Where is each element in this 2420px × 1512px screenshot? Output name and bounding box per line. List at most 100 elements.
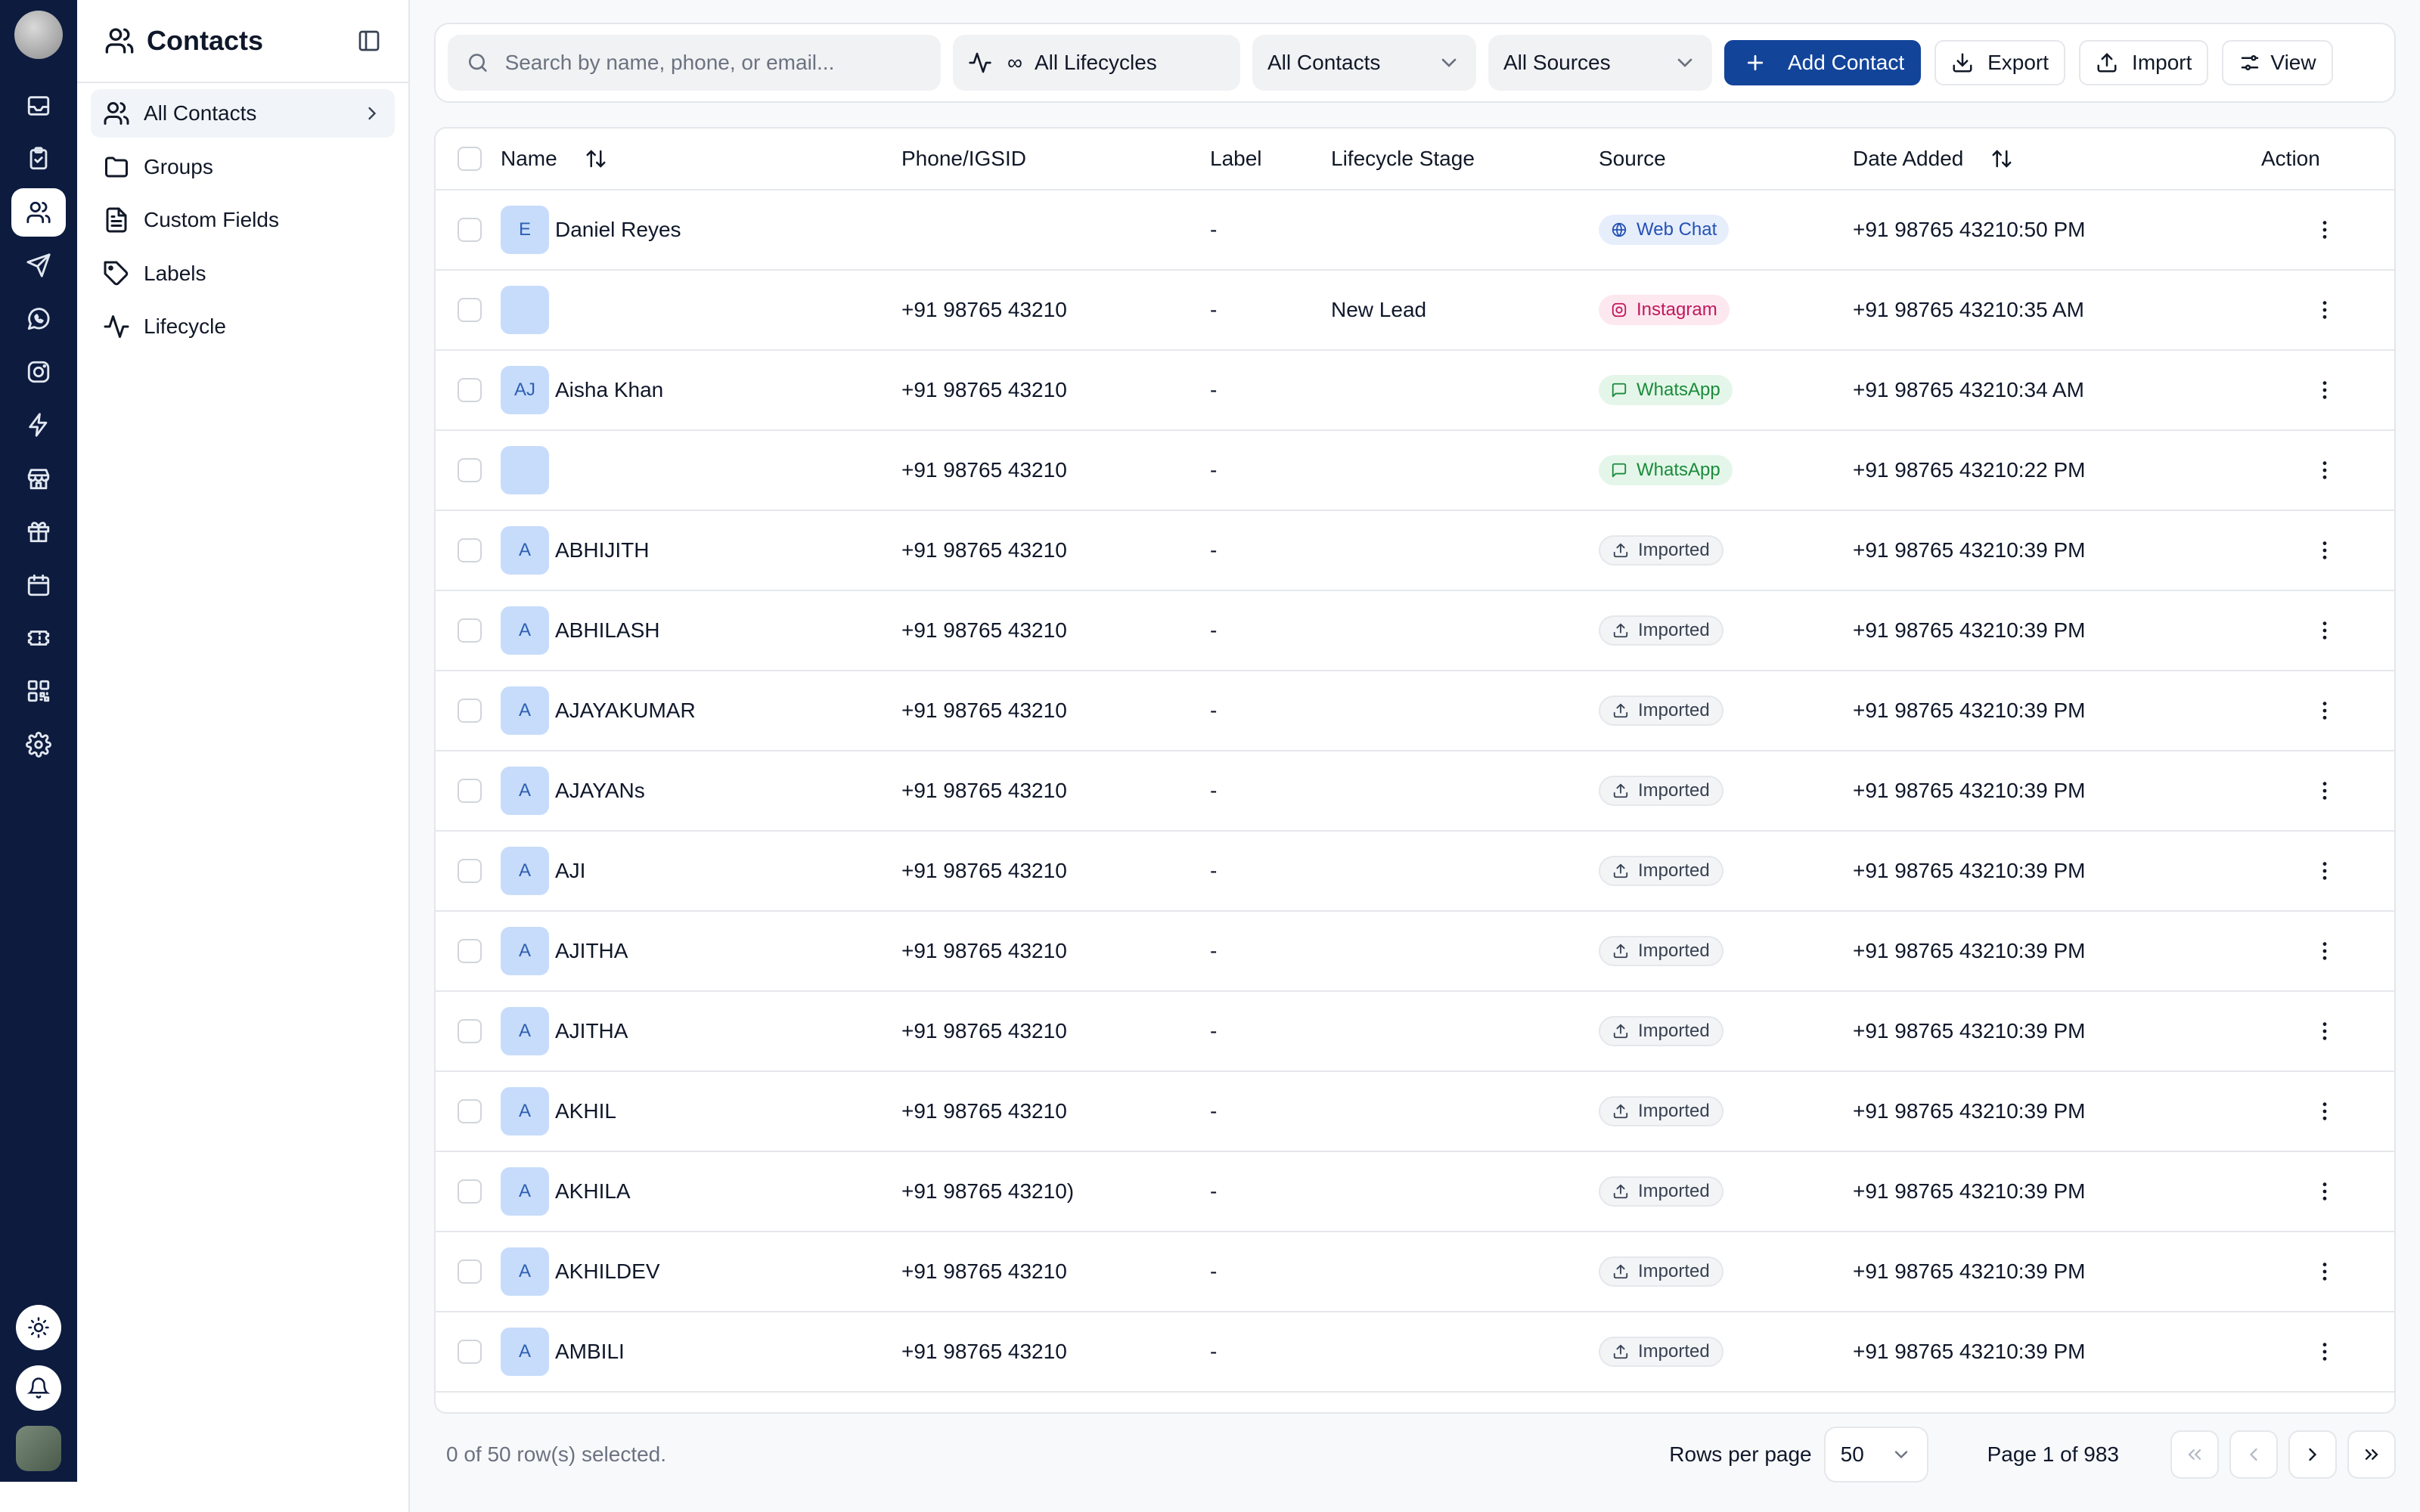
sidebar-item-label: All Contacts (144, 101, 257, 125)
row-checkbox[interactable] (458, 699, 482, 723)
more-vertical-icon[interactable] (2313, 939, 2337, 963)
date-added: +91 98765 43210:39 PM (1853, 939, 2086, 962)
more-vertical-icon[interactable] (2313, 1019, 2337, 1043)
table-row[interactable]: A AJITHA +91 98765 43210 - Imported +91 … (436, 912, 2394, 992)
sidebar-item-all-contacts[interactable]: All Contacts (91, 89, 395, 138)
prev-page-button[interactable] (2229, 1430, 2278, 1479)
more-vertical-icon[interactable] (2313, 458, 2337, 482)
sidebar-item-custom-fields[interactable]: Custom Fields (91, 196, 395, 244)
rail-calendar-button[interactable] (11, 561, 66, 609)
search-box[interactable] (448, 35, 941, 91)
rail-store-button[interactable] (11, 454, 66, 503)
table-row[interactable]: +91 98765 43210 - New Lead Instagram +91… (436, 271, 2394, 351)
sidebar-item-lifecycle[interactable]: Lifecycle (91, 302, 395, 351)
date-header[interactable]: Date Added (1853, 147, 2261, 171)
row-checkbox[interactable] (458, 1099, 482, 1123)
rail-send-button[interactable] (11, 241, 66, 290)
clipboard-icon (29, 147, 48, 170)
import-button[interactable]: Import (2079, 40, 2209, 85)
gift-icon (27, 522, 50, 543)
notifications-bell-icon[interactable] (16, 1365, 61, 1411)
more-vertical-icon[interactable] (2313, 699, 2337, 723)
table-row[interactable]: A AJAYANs +91 98765 43210 - Imported +91… (436, 751, 2394, 832)
panel-toggle-icon[interactable] (357, 29, 381, 53)
source-badge: Imported (1599, 1337, 1723, 1367)
row-checkbox[interactable] (458, 458, 482, 482)
rail-clipboard-button[interactable] (11, 135, 66, 183)
user-avatar[interactable] (16, 1426, 61, 1471)
rail-whatsapp-button[interactable] (11, 295, 66, 343)
more-vertical-icon[interactable] (2313, 378, 2337, 402)
rail-inbox-button[interactable] (11, 82, 66, 130)
row-checkbox[interactable] (458, 1259, 482, 1284)
more-vertical-icon[interactable] (2313, 779, 2337, 803)
more-vertical-icon[interactable] (2313, 1099, 2337, 1123)
row-checkbox[interactable] (458, 859, 482, 883)
rail-settings-button[interactable] (11, 720, 66, 769)
table-row[interactable]: A AJI +91 98765 43210 - Imported +91 987… (436, 832, 2394, 912)
first-page-button[interactable] (2170, 1430, 2219, 1479)
table-row[interactable]: E Daniel Reyes - Web Chat +91 98765 4321… (436, 191, 2394, 271)
sidebar-title: Contacts (147, 25, 264, 56)
table-row[interactable]: A AKHILA +91 98765 43210) - Imported +91… (436, 1152, 2394, 1232)
rail-instagram-button[interactable] (11, 348, 66, 396)
more-vertical-icon[interactable] (2313, 859, 2337, 883)
next-page-button[interactable] (2288, 1430, 2337, 1479)
table-row[interactable]: AJ Aisha Khan +91 98765 43210 - WhatsApp… (436, 351, 2394, 431)
table-row[interactable]: A AKHIL +91 98765 43210 - Imported +91 9… (436, 1072, 2394, 1152)
sort-icon[interactable] (585, 147, 607, 170)
rail-zap-button[interactable] (11, 401, 66, 449)
last-page-button[interactable] (2347, 1430, 2396, 1479)
row-checkbox[interactable] (458, 1179, 482, 1204)
select-all-checkbox[interactable] (458, 147, 482, 171)
selection-count: 0 of 50 row(s) selected. (446, 1442, 667, 1466)
view-button[interactable]: View (2222, 40, 2333, 85)
more-vertical-icon[interactable] (2313, 1179, 2337, 1204)
table-row[interactable]: A ABHIJITH +91 98765 43210 - Imported +9… (436, 511, 2394, 591)
name-header[interactable]: Name (501, 147, 901, 171)
icon-rail (0, 0, 77, 1482)
row-checkbox[interactable] (458, 1340, 482, 1364)
export-button[interactable]: Export (1934, 40, 2066, 85)
table-row[interactable]: A ABHILASH +91 98765 43210 - Imported +9… (436, 591, 2394, 671)
more-vertical-icon[interactable] (2313, 1259, 2337, 1284)
workspace-avatar[interactable] (14, 11, 63, 59)
table-row[interactable]: A AKHILDEV +91 98765 43210 - Imported +9… (436, 1232, 2394, 1312)
contacts-filter[interactable]: All Contacts (1252, 35, 1476, 91)
row-checkbox[interactable] (458, 618, 482, 643)
row-checkbox[interactable] (458, 298, 482, 322)
more-vertical-icon[interactable] (2313, 298, 2337, 322)
rail-qr-code-button[interactable] (11, 667, 66, 715)
rows-per-page-select[interactable]: 50 (1823, 1427, 1928, 1483)
row-checkbox[interactable] (458, 779, 482, 803)
rail-contacts-button[interactable] (11, 187, 66, 237)
row-checkbox[interactable] (458, 1019, 482, 1043)
sort-icon[interactable] (1990, 147, 2013, 170)
date-added: +91 98765 43210:22 PM (1853, 458, 2086, 482)
sidebar-item-labels[interactable]: Labels (91, 249, 395, 298)
more-vertical-icon[interactable] (2313, 618, 2337, 643)
contact-label: - (1210, 1019, 1218, 1043)
contact-avatar: A (501, 927, 549, 975)
table-row[interactable]: +91 98765 43210 - WhatsApp +91 98765 432… (436, 431, 2394, 511)
sources-filter[interactable]: All Sources (1488, 35, 1712, 91)
search-input[interactable] (504, 51, 923, 75)
table-row[interactable]: A AMBILI +91 98765 43210 - Imported +91 … (436, 1312, 2394, 1393)
row-checkbox[interactable] (458, 939, 482, 963)
row-checkbox[interactable] (458, 538, 482, 562)
more-vertical-icon[interactable] (2313, 218, 2337, 242)
add-contact-button[interactable]: Add Contact (1724, 40, 1922, 85)
lifecycle-filter[interactable]: ∞ All Lifecycles (953, 35, 1240, 91)
download-icon (1953, 53, 1972, 73)
sidebar-item-groups[interactable]: Groups (91, 143, 395, 191)
table-row[interactable]: A AJITHA +91 98765 43210 - Imported +91 … (436, 992, 2394, 1072)
theme-toggle-icon[interactable] (16, 1305, 61, 1350)
more-vertical-icon[interactable] (2313, 538, 2337, 562)
folder-icon (105, 156, 128, 178)
rail-ticket-button[interactable] (11, 614, 66, 662)
row-checkbox[interactable] (458, 378, 482, 402)
more-vertical-icon[interactable] (2313, 1340, 2337, 1364)
rail-gift-button[interactable] (11, 507, 66, 556)
table-row[interactable]: A AJAYAKUMAR +91 98765 43210 - Imported … (436, 671, 2394, 751)
row-checkbox[interactable] (458, 218, 482, 242)
